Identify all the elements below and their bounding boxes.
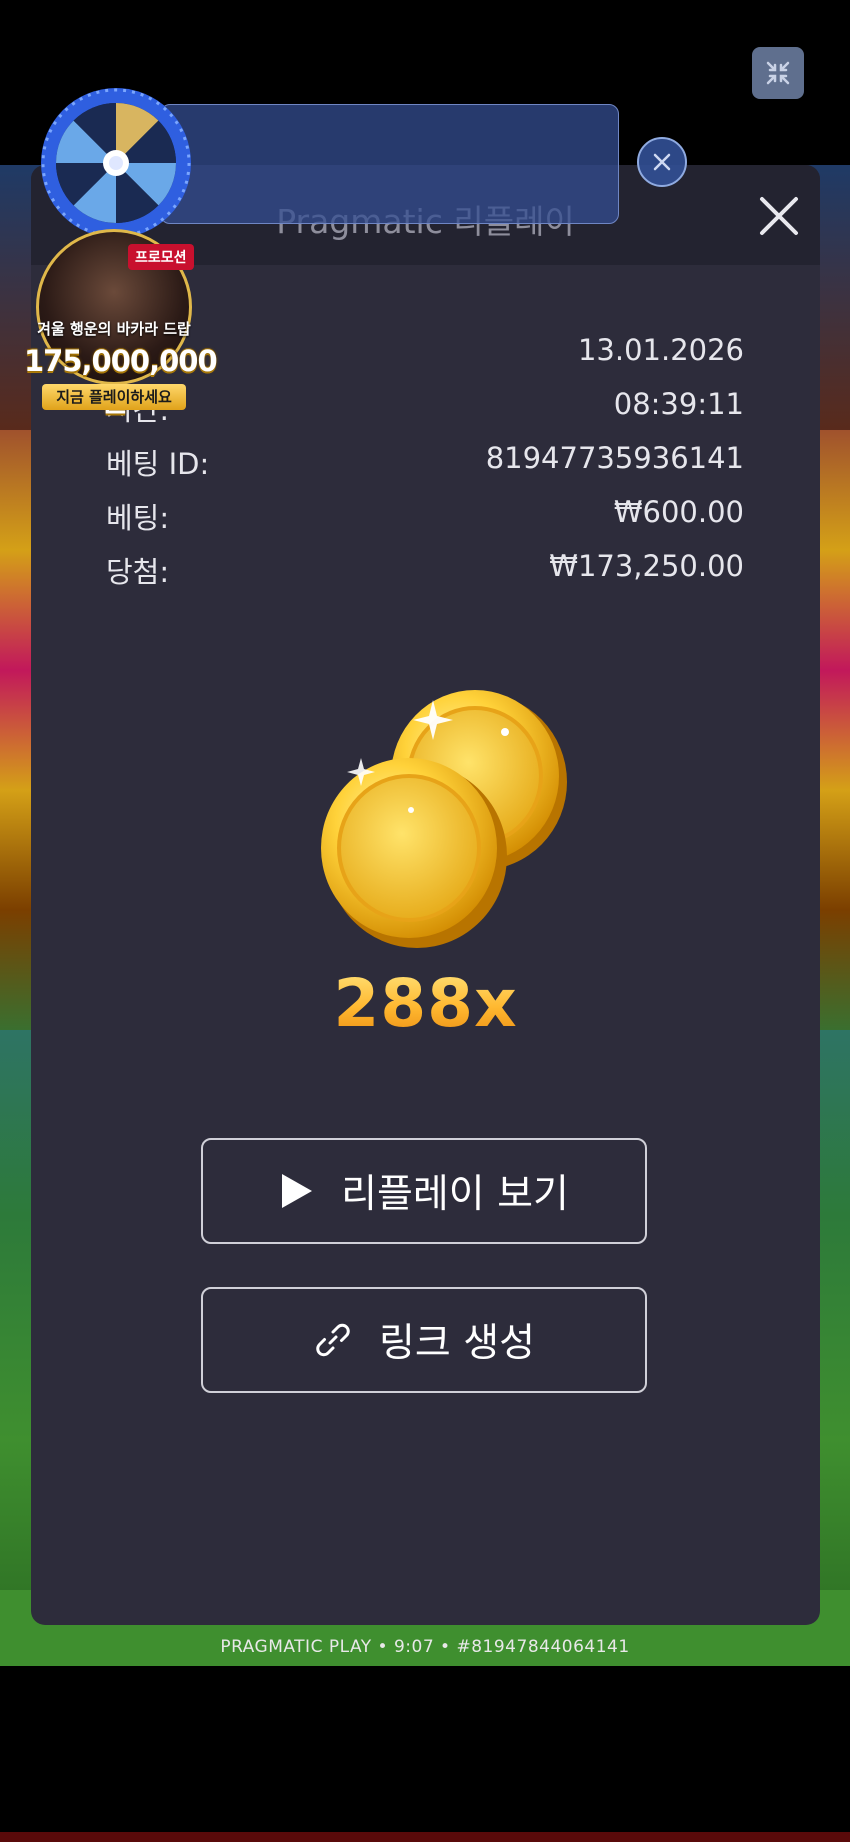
- info-label-bet: 베팅:: [106, 501, 170, 535]
- close-icon: [760, 197, 798, 235]
- game-reel-right-edge: [818, 430, 850, 1030]
- watch-replay-label: 리플레이 보기: [341, 1172, 569, 1217]
- info-label-win: 당첨:: [106, 555, 170, 589]
- close-icon: [653, 153, 671, 171]
- info-label-bet-id: 베팅 ID:: [106, 447, 210, 481]
- overlay-banner-card: [160, 104, 619, 224]
- minimize-icon: [766, 61, 790, 85]
- close-button[interactable]: [754, 191, 804, 241]
- promo-tag: 프로모션: [128, 244, 194, 270]
- create-link-button[interactable]: 링크 생성: [201, 1287, 647, 1393]
- prize-wheel-icon[interactable]: [39, 86, 193, 240]
- info-value-time: 08:39:11: [613, 387, 744, 421]
- promo-headline: 겨울 행운의 바카라 드랍: [37, 320, 191, 338]
- play-icon: [282, 1174, 313, 1208]
- win-multiplier: 288x: [31, 965, 820, 1042]
- info-value-date: 13.01.2026: [577, 333, 744, 367]
- minimize-button[interactable]: [752, 47, 804, 99]
- info-value-bet: ₩600.00: [613, 495, 744, 529]
- watch-replay-button[interactable]: 리플레이 보기: [201, 1138, 647, 1244]
- game-reel-left-edge: [0, 430, 32, 1030]
- promo-badge[interactable]: 프로모션 겨울 행운의 바카라 드랍 175,000,000원 지금 플레이하세…: [24, 224, 218, 418]
- bottom-strip: [0, 1832, 850, 1842]
- game-footer-caption: PRAGMATIC PLAY • 9:07 • #81947844064141: [220, 1637, 630, 1657]
- overlay-close-button[interactable]: [637, 137, 687, 187]
- gold-coins-icon: [321, 690, 567, 948]
- create-link-label: 링크 생성: [379, 1321, 535, 1366]
- info-value-bet-id: 81947735936141: [485, 441, 744, 475]
- info-value-win: ₩173,250.00: [549, 549, 744, 583]
- promo-cta: 지금 플레이하세요: [42, 384, 186, 410]
- link-icon: [316, 1323, 350, 1357]
